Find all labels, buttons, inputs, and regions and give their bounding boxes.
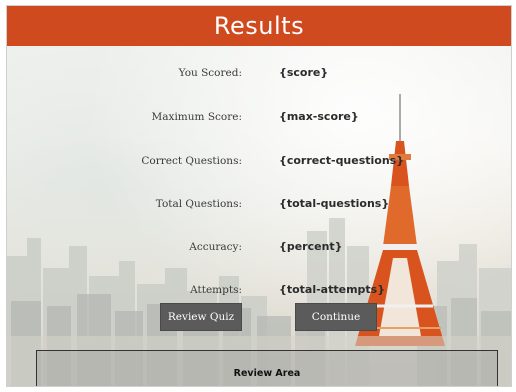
page-title: Results bbox=[213, 12, 305, 40]
total-questions-label: Total Questions: bbox=[155, 198, 242, 210]
results-header: Results bbox=[7, 6, 511, 46]
tokyo-skyline-image bbox=[7, 94, 511, 386]
accuracy-value: {percent} bbox=[279, 240, 343, 253]
score-value: {score} bbox=[279, 66, 329, 79]
correct-questions-label: Correct Questions: bbox=[141, 155, 242, 167]
score-label: You Scored: bbox=[178, 67, 242, 79]
quiz-results-slide: Results You Scored: {score} Maximum Scor… bbox=[6, 5, 512, 387]
max-score-label: Maximum Score: bbox=[151, 111, 242, 123]
max-score-value: {max-score} bbox=[279, 110, 359, 123]
total-questions-value: {total-questions} bbox=[279, 197, 390, 210]
attempts-label: Attempts: bbox=[190, 284, 242, 296]
accuracy-label: Accuracy: bbox=[189, 241, 242, 253]
review-quiz-button[interactable]: Review Quiz bbox=[160, 303, 242, 331]
correct-questions-value: {correct-questions} bbox=[279, 154, 405, 167]
continue-button[interactable]: Continue bbox=[295, 303, 377, 331]
attempts-value: {total-attempts} bbox=[279, 283, 386, 296]
review-area-label: Review Area bbox=[233, 368, 301, 379]
review-area: Review Area bbox=[36, 350, 498, 386]
